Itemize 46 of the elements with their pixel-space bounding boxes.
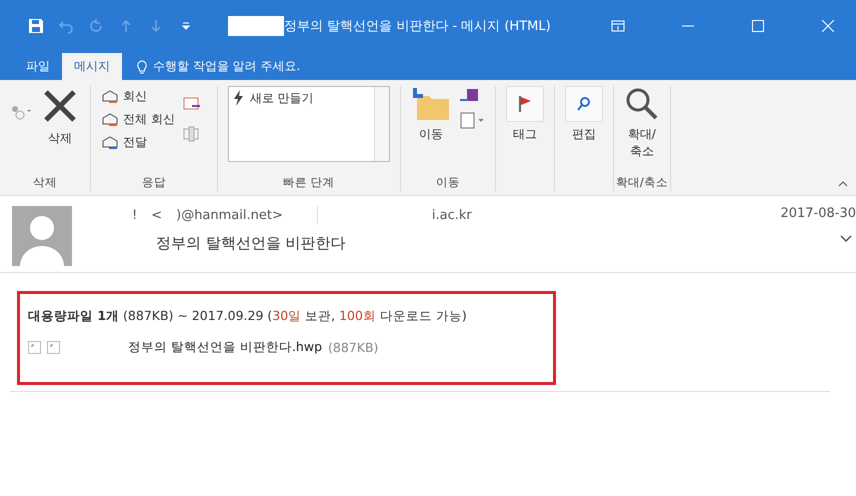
ribbon-button[interactable]: 삭제 [40,86,80,147]
redaction-mark [228,16,284,36]
lightning-icon [232,90,244,106]
attachment-notice: 대용량파일 1개 (887KB) ~ 2017.09.29 (30일 보관, 100회 다운로드 가능) [28,308,468,325]
collapse-icon[interactable] [838,181,848,187]
recipient-text: i.ac.kr [432,208,472,222]
window-title: 정부의 탈핵선언을 비판한다 - 메시지 (HTML) [284,18,551,35]
expand-icon[interactable] [840,235,852,243]
close-icon[interactable] [822,20,834,32]
group-label: 삭제 [32,175,58,191]
attachment-link[interactable]: 정부의 탈핵선언을 비판한다.hwp [128,339,322,356]
magnifier-icon [624,86,660,122]
minimize-icon[interactable] [682,25,694,27]
save-icon[interactable] [28,18,44,34]
sender-text: )@hanmail.net> [176,208,283,222]
sender-text: < [151,208,162,222]
rules-icon[interactable] [458,110,485,130]
file-icon [47,341,60,354]
envelope-arrow-icon [101,88,119,104]
file-icon [28,341,41,354]
sender-text: ! [132,208,138,222]
gallery-item[interactable]: 새로 만들기 [228,87,374,161]
group-label: 응답 [140,175,167,191]
lightbulb-icon [136,60,148,74]
ribbon-button[interactable]: 전달 [101,132,175,153]
search-icon [576,96,592,112]
group-label: 확대/축소 [614,175,669,191]
ribbon-tab[interactable]: 메시지 [62,53,122,80]
envelope-arrow-icon [101,112,119,128]
message-subject: 정부의 탈핵선언을 비판한다 [155,234,347,253]
ribbon-tab[interactable]: 파일 [14,53,62,80]
maximize-icon[interactable] [752,20,764,32]
ribbon-button[interactable]: 확대/ 축소 [624,86,660,160]
ribbon-button[interactable]: 회신 [101,86,175,107]
message-date: 2017-08-30 [780,206,856,221]
flag-icon [516,95,533,113]
file-size: (887KB) [328,340,378,355]
envelope-arrow-icon [101,134,119,150]
gallery-scrollbar[interactable] [374,87,389,161]
tell-me-field[interactable]: 수행할 작업을 알려 주세요. [122,53,314,80]
group-label: 빠른 단계 [282,175,336,191]
folder-icon [410,86,451,122]
ribbon-display-icon[interactable] [611,20,625,32]
ribbon-button[interactable]: 이동 [410,86,451,143]
group-label: 이동 [434,175,461,191]
ribbon-button[interactable]: 전체 회신 [101,109,175,130]
